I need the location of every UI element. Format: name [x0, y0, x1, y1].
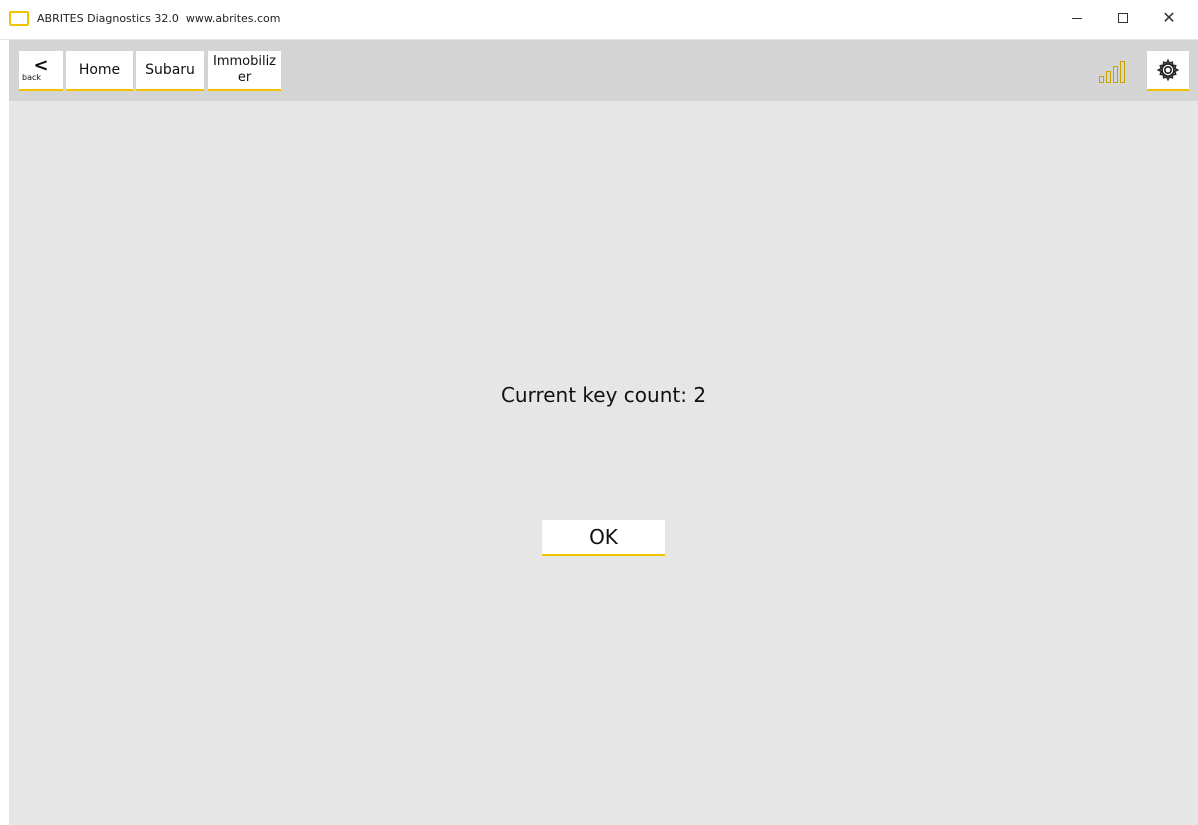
back-button[interactable]: < back [19, 51, 63, 91]
signal-strength-icon [1090, 51, 1134, 91]
minimize-icon [1072, 17, 1082, 19]
ok-button[interactable]: OK [542, 520, 665, 556]
back-label: back [22, 72, 42, 82]
main-content: Current key count: 2 OK [9, 101, 1198, 825]
settings-button[interactable] [1147, 51, 1189, 91]
home-button[interactable]: Home [66, 51, 133, 91]
signal-bar [1106, 71, 1111, 83]
breadcrumb-subaru[interactable]: Subaru [136, 51, 204, 91]
chevron-left-icon: < [33, 54, 49, 76]
close-button[interactable]: ✕ [1146, 0, 1192, 36]
key-count-message: Current key count: 2 [500, 383, 707, 407]
immobilizer-label-line1: Immobiliz [212, 54, 277, 69]
maximize-button[interactable] [1100, 0, 1146, 36]
immobilizer-label-line2: er [237, 70, 252, 85]
toolbar: < back Home Subaru Immobiliz er [9, 40, 1198, 101]
signal-bar [1120, 61, 1125, 83]
minimize-button[interactable] [1054, 0, 1100, 36]
close-icon: ✕ [1162, 8, 1176, 27]
gear-icon [1156, 58, 1180, 82]
window-title: ABRITES Diagnostics 32.0 www.abrites.com [37, 12, 281, 25]
signal-bar [1099, 76, 1104, 83]
signal-bar [1113, 66, 1118, 83]
app-logo-icon [9, 11, 29, 26]
window-left-border [0, 40, 9, 825]
maximize-icon [1118, 13, 1128, 23]
title-bar: ABRITES Diagnostics 32.0 www.abrites.com… [0, 0, 1198, 40]
breadcrumb-immobilizer[interactable]: Immobiliz er [208, 51, 281, 91]
